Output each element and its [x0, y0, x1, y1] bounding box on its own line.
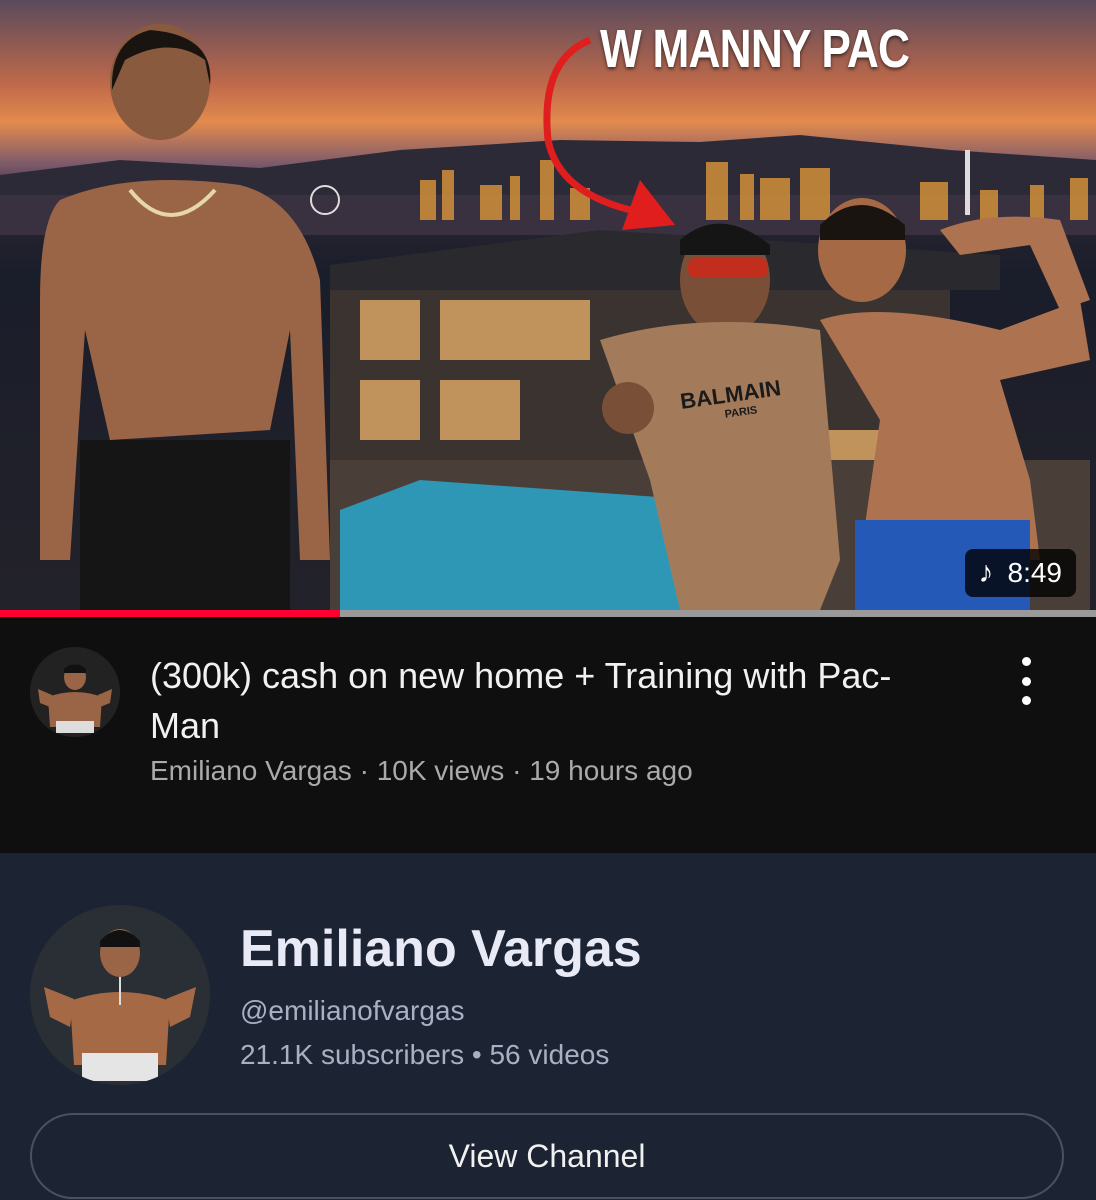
channel-avatar[interactable]: [30, 647, 120, 737]
meta-separator: ·: [512, 755, 522, 786]
subscriber-count: 21.1K subscribers: [240, 1039, 465, 1070]
more-vert-icon[interactable]: [1004, 657, 1048, 705]
video-metadata: Emiliano Vargas · 10K views · 19 hours a…: [150, 755, 693, 787]
meta-separator: ·: [359, 755, 369, 786]
channel-card: Emiliano Vargas @emilianofvargas 21.1K s…: [0, 853, 1096, 1200]
channel-name-link[interactable]: Emiliano Vargas: [150, 755, 352, 786]
video-info[interactable]: (300k) cash on new home + Training with …: [0, 617, 1096, 853]
stats-separator: •: [471, 1039, 482, 1070]
thumbnail-overlay-text: W MANNY PAC: [600, 19, 910, 79]
watch-progress-fill: [0, 610, 340, 617]
watch-progress-bar: [0, 610, 1096, 617]
video-title[interactable]: (300k) cash on new home + Training with …: [150, 651, 950, 751]
channel-stats: 21.1K subscribers • 56 videos: [240, 1039, 609, 1071]
duration-text: 8:49: [1007, 557, 1063, 588]
thumbnail-scene: BALMAIN PARIS: [0, 24, 1096, 610]
channel-handle: @emilianofvargas: [240, 995, 465, 1026]
channel-name[interactable]: Emiliano Vargas: [240, 919, 642, 979]
video-thumbnail[interactable]: BALMAIN PARIS W MANNY PAC ♪ 8:49: [0, 0, 1096, 610]
video-count: 56 videos: [489, 1039, 610, 1070]
view-count: 10K views: [376, 755, 505, 786]
view-channel-button[interactable]: View Channel: [30, 1113, 1064, 1199]
upload-age: 19 hours ago: [529, 755, 693, 786]
channel-avatar-large[interactable]: [30, 905, 210, 1085]
duration-badge: ♪ 8:49: [964, 549, 1076, 597]
music-note-icon: ♪: [978, 556, 994, 589]
